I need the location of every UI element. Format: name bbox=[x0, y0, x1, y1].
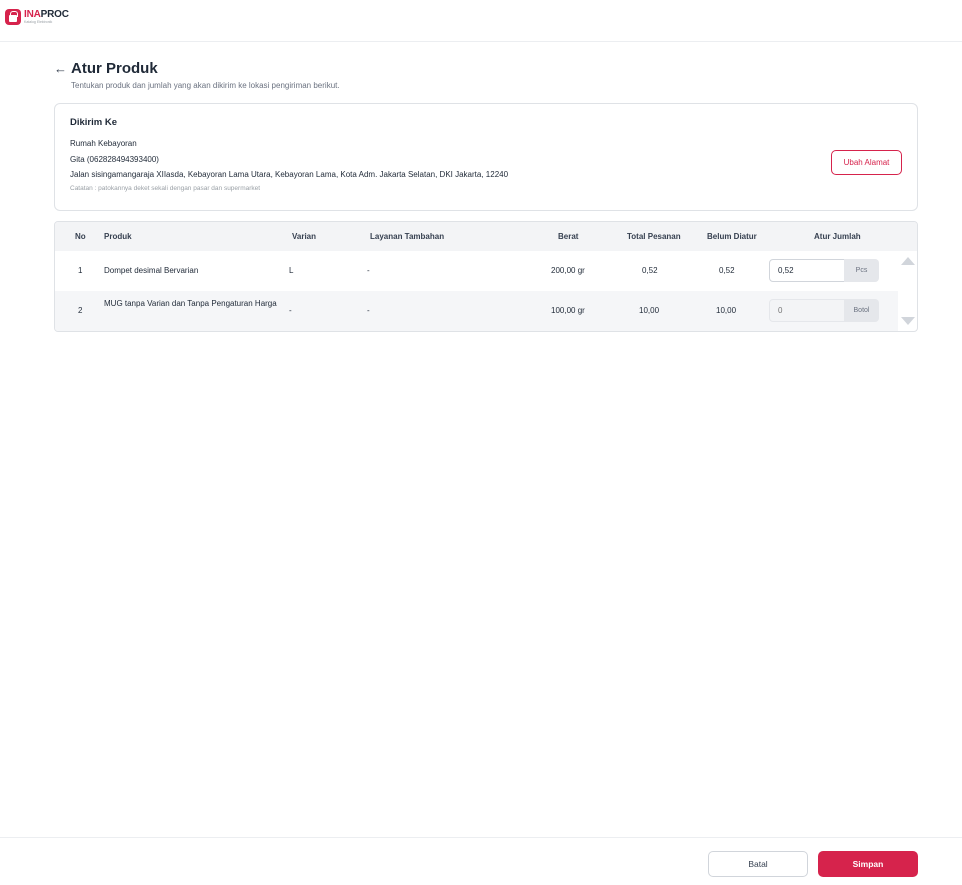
cancel-button[interactable]: Batal bbox=[708, 851, 808, 877]
row-service: - bbox=[367, 266, 370, 275]
logo-text: INAPROC Katalog Elektronik bbox=[24, 8, 69, 25]
shopping-bag-icon bbox=[5, 9, 21, 25]
arrow-left-icon[interactable]: ← bbox=[54, 62, 68, 76]
save-button[interactable]: Simpan bbox=[818, 851, 918, 877]
header-total: Total Pesanan bbox=[627, 232, 681, 241]
logo-word: INAPROC bbox=[24, 8, 69, 20]
quantity-input[interactable] bbox=[769, 259, 845, 282]
page-subtitle: Tentukan produk dan jumlah yang akan dik… bbox=[71, 81, 340, 90]
page-title: Atur Produk bbox=[71, 60, 158, 77]
table-row: 2 MUG tanpa Varian dan Tanpa Pengaturan … bbox=[55, 291, 898, 331]
logo-tagline: Katalog Elektronik bbox=[24, 19, 53, 24]
header-variant: Varian bbox=[292, 232, 317, 241]
header-weight: Berat bbox=[558, 232, 579, 241]
row-no: 1 bbox=[78, 266, 83, 275]
product-table: No Produk Varian Layanan Tambahan Berat … bbox=[54, 221, 918, 332]
header-qty: Atur Jumlah bbox=[814, 232, 861, 241]
header-product: Produk bbox=[104, 232, 132, 241]
row-product: MUG tanpa Varian dan Tanpa Pengaturan Ha… bbox=[104, 299, 277, 308]
row-product: Dompet desimal Bervarian bbox=[104, 266, 199, 275]
top-bar: INAPROC Katalog Elektronik bbox=[0, 0, 962, 42]
scroll-up-icon[interactable] bbox=[901, 257, 915, 265]
row-pending: 10,00 bbox=[716, 306, 737, 315]
unit-label: Botol bbox=[844, 299, 879, 322]
address-recipient: Gita (062828494393400) bbox=[70, 155, 159, 164]
row-weight: 200,00 gr bbox=[551, 266, 585, 275]
header-service: Layanan Tambahan bbox=[370, 232, 445, 241]
row-variant: - bbox=[289, 306, 292, 315]
row-total: 0,52 bbox=[642, 266, 658, 275]
shipping-address-card: Dikirim Ke Rumah Kebayoran Gita (0628284… bbox=[54, 103, 918, 211]
row-no: 2 bbox=[78, 306, 83, 315]
row-weight: 100,00 gr bbox=[551, 306, 585, 315]
address-heading: Dikirim Ke bbox=[70, 117, 117, 128]
address-name: Rumah Kebayoran bbox=[70, 139, 137, 148]
header-pending: Belum Diatur bbox=[707, 232, 757, 241]
address-street: Jalan sisingamangaraja XIIasda, Kebayora… bbox=[70, 170, 509, 179]
quantity-input[interactable] bbox=[769, 299, 845, 322]
inaproc-logo[interactable]: INAPROC Katalog Elektronik bbox=[5, 9, 69, 25]
action-footer: Batal Simpan bbox=[0, 837, 962, 885]
change-address-button[interactable]: Ubah Alamat bbox=[831, 150, 902, 175]
row-total: 10,00 bbox=[639, 306, 660, 315]
unit-label: Pcs bbox=[844, 259, 879, 282]
table-header: No Produk Varian Layanan Tambahan Berat … bbox=[55, 222, 917, 251]
row-pending: 0,52 bbox=[719, 266, 735, 275]
scroll-down-icon[interactable] bbox=[901, 317, 915, 325]
table-row: 1 Dompet desimal Bervarian L - 200,00 gr… bbox=[55, 251, 898, 291]
row-service: - bbox=[367, 306, 370, 315]
address-note: Catatan : patokannya deket sekali dengan… bbox=[70, 185, 261, 192]
row-variant: L bbox=[289, 266, 294, 275]
header-no: No bbox=[75, 232, 86, 241]
